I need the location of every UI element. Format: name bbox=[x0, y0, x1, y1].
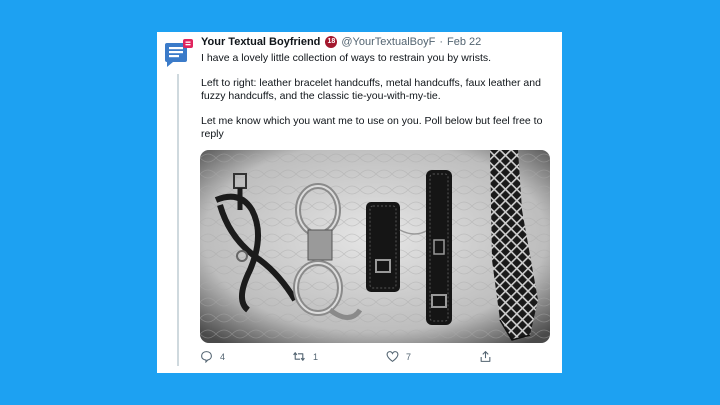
avatar[interactable] bbox=[163, 37, 195, 69]
age-restriction-badge: 18 bbox=[325, 36, 338, 48]
like-count: 7 bbox=[406, 351, 412, 362]
retweet-count: 1 bbox=[313, 351, 319, 362]
reply-count: 4 bbox=[220, 351, 226, 362]
tweet-actions: 4 1 7 bbox=[200, 350, 500, 368]
like-button[interactable]: 7 bbox=[386, 350, 411, 363]
tweet-card: Your Textual Boyfriend 18 @YourTextualBo… bbox=[157, 32, 562, 373]
separator-dot: · bbox=[439, 36, 443, 48]
photo-restraints-image bbox=[200, 150, 550, 343]
tweet-header: Your Textual Boyfriend 18 @YourTextualBo… bbox=[201, 36, 481, 48]
share-icon bbox=[479, 350, 492, 363]
tweet-paragraph: I have a lovely little collection of way… bbox=[201, 52, 492, 64]
like-icon bbox=[386, 350, 399, 363]
retweet-icon bbox=[292, 350, 306, 363]
author-handle[interactable]: @YourTextualBoyF bbox=[341, 36, 435, 48]
thread-line bbox=[177, 74, 179, 366]
tweet-paragraph: Let me know which you want me to use on … bbox=[201, 115, 543, 140]
tweet-date[interactable]: Feb 22 bbox=[447, 36, 481, 48]
share-button[interactable] bbox=[479, 350, 492, 363]
author-name[interactable]: Your Textual Boyfriend bbox=[201, 36, 320, 48]
reply-icon bbox=[200, 350, 213, 363]
tweet-photo[interactable] bbox=[200, 150, 550, 343]
retweet-button[interactable]: 1 bbox=[292, 350, 318, 363]
reply-button[interactable]: 4 bbox=[200, 350, 225, 363]
tweet-text: I have a lovely little collection of way… bbox=[201, 52, 551, 153]
tweet-paragraph: Left to right: leather bracelet handcuff… bbox=[201, 77, 541, 102]
